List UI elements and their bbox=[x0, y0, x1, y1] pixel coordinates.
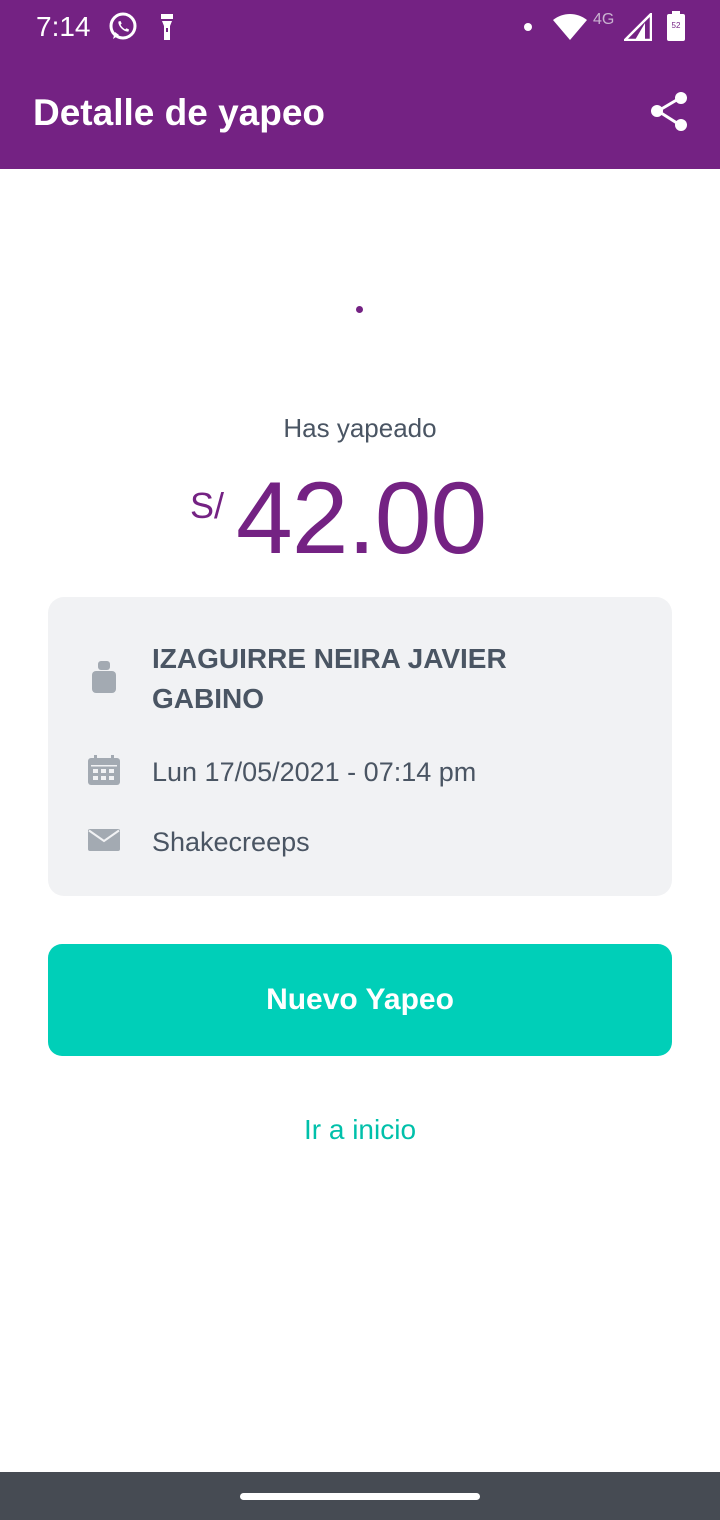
paid-label: Has yapeado bbox=[283, 413, 437, 443]
flashlight-icon bbox=[161, 14, 173, 40]
status-bar: 7:14 4G 52 bbox=[0, 0, 720, 56]
calendar-icon bbox=[88, 755, 120, 785]
payment-details-card: IZAGUIRRE NEIRA JAVIER GABINO Lun 17/05/… bbox=[48, 597, 672, 896]
amount-display: S/ 42.00 bbox=[0, 461, 720, 575]
wifi-icon bbox=[553, 14, 587, 40]
battery-level: 52 bbox=[671, 21, 681, 30]
notification-dot-icon bbox=[524, 23, 532, 31]
currency-symbol: S/ bbox=[190, 485, 225, 526]
network-type-label: 4G bbox=[593, 11, 615, 28]
app-bar: Detalle de yapeo bbox=[0, 56, 720, 169]
payment-datetime: Lun 17/05/2021 - 07:14 pm bbox=[152, 757, 477, 787]
person-icon bbox=[92, 661, 116, 693]
system-navigation-bar bbox=[0, 1472, 720, 1520]
new-payment-button[interactable]: Nuevo Yapeo bbox=[48, 944, 672, 1056]
amount-value: 42.00 bbox=[236, 461, 487, 575]
loading-indicator bbox=[356, 306, 363, 313]
envelope-icon bbox=[88, 829, 120, 851]
go-home-link[interactable]: Ir a inicio bbox=[260, 1108, 460, 1152]
new-payment-button-label: Nuevo Yapeo bbox=[266, 983, 454, 1016]
payment-message: Shakecreeps bbox=[152, 827, 310, 857]
page-title: Detalle de yapeo bbox=[33, 92, 326, 133]
whatsapp-icon bbox=[109, 12, 137, 40]
share-icon[interactable] bbox=[646, 88, 694, 136]
status-time: 7:14 bbox=[36, 11, 91, 42]
recipient-name: IZAGUIRRE NEIRA JAVIER GABINO bbox=[152, 643, 507, 714]
cellular-signal-icon bbox=[624, 13, 652, 41]
home-gesture-handle[interactable] bbox=[240, 1493, 480, 1500]
